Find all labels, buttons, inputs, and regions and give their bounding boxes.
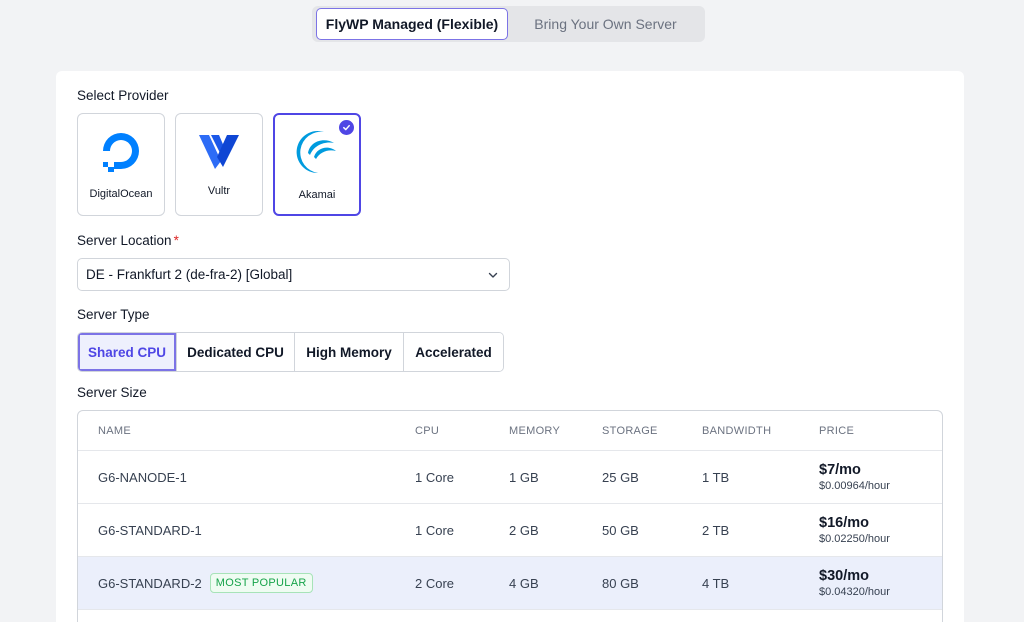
plan-monthly-price: $7/mo	[819, 462, 861, 478]
table-row[interactable]: G6-STANDARD-1 1 Core 2 GB 50 GB 2 TB $16…	[78, 504, 942, 557]
deployment-mode-toggle: FlyWP Managed (Flexible) Bring Your Own …	[312, 6, 705, 42]
server-location-select[interactable]: DE - Frankfurt 2 (de-fra-2) [Global]	[77, 258, 510, 291]
column-header-memory: MEMORY	[509, 424, 561, 437]
flywp-managed-button[interactable]: FlyWP Managed (Flexible)	[316, 8, 508, 40]
plan-memory: 2 GB	[509, 522, 539, 538]
plan-memory: 1 GB	[509, 469, 539, 485]
provider-list: DigitalOcean Vultr Akamai	[77, 113, 361, 216]
tab-high-memory[interactable]: High Memory	[295, 333, 404, 371]
plan-storage: 80 GB	[602, 575, 639, 591]
plan-name: G6-STANDARD-1	[98, 522, 202, 538]
server-location-value: DE - Frankfurt 2 (de-fra-2) [Global]	[86, 267, 293, 282]
provider-name: Vultr	[207, 185, 231, 197]
provider-digitalocean[interactable]: DigitalOcean	[77, 113, 165, 216]
selected-check-icon	[339, 120, 354, 135]
digitalocean-logo-icon	[98, 128, 144, 174]
plan-bandwidth: 1 TB	[702, 469, 730, 485]
plan-cpu: 1 Core	[415, 522, 455, 538]
plan-name-cell: G6-STANDARD-2 MOST POPULAR	[98, 573, 313, 593]
tab-accelerated[interactable]: Accelerated	[404, 333, 503, 371]
plan-cpu: 1 Core	[415, 469, 455, 485]
column-header-storage: STORAGE	[602, 424, 658, 437]
server-type-tabs: Shared CPU Dedicated CPU High Memory Acc…	[77, 332, 504, 372]
table-row[interactable]: G6-NANODE-1 1 Core 1 GB 25 GB 1 TB $7/mo…	[78, 451, 942, 504]
plan-monthly-price: $30/mo	[819, 568, 869, 584]
column-header-price: PRICE	[819, 424, 855, 437]
select-provider-label: Select Provider	[77, 88, 169, 103]
plan-price: $16/mo $0.02250/hour	[819, 515, 890, 545]
chevron-down-icon	[488, 272, 498, 278]
table-row[interactable]: G6-STANDARD-2 MOST POPULAR 2 Core 4 GB 8…	[78, 557, 942, 610]
server-location-label-text: Server Location	[77, 233, 172, 248]
plan-bandwidth: 2 TB	[702, 522, 730, 538]
bring-your-own-server-button[interactable]: Bring Your Own Server	[508, 8, 703, 40]
provider-vultr[interactable]: Vultr	[175, 113, 263, 216]
column-header-bandwidth: BANDWIDTH	[702, 424, 772, 437]
server-type-label: Server Type	[77, 307, 150, 322]
vultr-logo-icon	[196, 128, 242, 174]
plan-hourly-price: $0.02250/hour	[819, 533, 890, 545]
plan-price: $30/mo $0.04320/hour	[819, 568, 890, 598]
table-header-row: NAME CPU MEMORY STORAGE BANDWIDTH PRICE	[78, 411, 942, 451]
column-header-name: NAME	[98, 424, 131, 437]
most-popular-badge: MOST POPULAR	[209, 573, 313, 593]
plan-cpu: 2 Core	[415, 575, 455, 591]
server-config-card: Select Provider DigitalOcean Vultr Akama…	[56, 71, 964, 622]
column-header-cpu: CPU	[415, 424, 440, 437]
plan-hourly-price: $0.00964/hour	[819, 480, 890, 492]
plan-name: G6-NANODE-1	[98, 469, 187, 485]
plan-storage: 50 GB	[602, 522, 639, 538]
akamai-logo-icon	[294, 129, 340, 175]
plan-bandwidth: 4 TB	[702, 575, 730, 591]
provider-name: Akamai	[298, 189, 336, 201]
plan-memory: 4 GB	[509, 575, 539, 591]
plan-monthly-price: $16/mo	[819, 515, 869, 531]
server-size-table: NAME CPU MEMORY STORAGE BANDWIDTH PRICE …	[77, 410, 943, 622]
plan-name: G6-STANDARD-2	[98, 575, 202, 591]
tab-shared-cpu[interactable]: Shared CPU	[78, 333, 177, 371]
tab-dedicated-cpu[interactable]: Dedicated CPU	[177, 333, 295, 371]
provider-name: DigitalOcean	[89, 188, 153, 200]
server-size-label: Server Size	[77, 385, 147, 400]
provider-akamai[interactable]: Akamai	[273, 113, 361, 216]
plan-storage: 25 GB	[602, 469, 639, 485]
server-location-label: Server Location *	[77, 233, 179, 248]
plan-price: $7/mo $0.00964/hour	[819, 462, 890, 492]
required-asterisk: *	[173, 233, 179, 248]
plan-hourly-price: $0.04320/hour	[819, 586, 890, 598]
